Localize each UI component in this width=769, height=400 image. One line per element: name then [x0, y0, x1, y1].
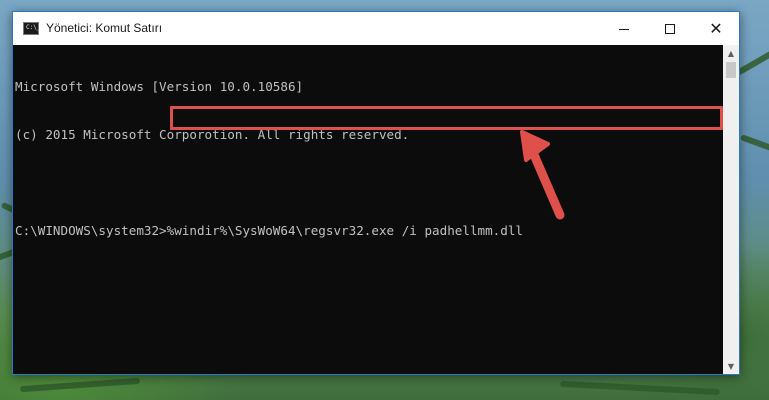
vertical-scrollbar[interactable]: ▲ ▼	[723, 45, 739, 374]
pointer-arrow-shaft	[527, 145, 565, 220]
console-output[interactable]: Microsoft Windows [Version 10.0.10586] (…	[13, 45, 723, 374]
close-button[interactable]: ✕	[693, 12, 739, 45]
command-prompt-window[interactable]: C:\_ Yönetici: Komut Satırı ✕ Microsoft …	[12, 11, 740, 375]
scrollbar-thumb[interactable]	[726, 62, 736, 78]
wallpaper-frond	[559, 380, 721, 396]
command-highlight-box	[170, 106, 723, 130]
scroll-up-icon[interactable]: ▲	[723, 45, 739, 61]
console-prompt: C:\WINDOWS\system32>	[15, 223, 167, 238]
minimize-icon	[619, 29, 629, 30]
scroll-down-icon[interactable]: ▼	[723, 358, 739, 374]
pointer-arrow-icon	[520, 130, 565, 220]
console-command-line[interactable]: C:\WINDOWS\system32>%windir%\SysWoW64\re…	[15, 223, 723, 239]
window-title: Yönetici: Komut Satırı	[46, 21, 163, 35]
wallpaper-frond	[736, 50, 769, 76]
console-command[interactable]: %windir%\SysWoW64\regsvr32.exe /i padhel…	[167, 223, 523, 238]
minimize-button[interactable]	[601, 12, 647, 45]
wallpaper-frond	[19, 377, 141, 393]
title-bar[interactable]: C:\_ Yönetici: Komut Satırı ✕	[13, 12, 739, 45]
pointer-arrow-head	[520, 130, 550, 162]
cmd-icon-text: C:\_	[26, 24, 41, 31]
close-icon: ✕	[709, 19, 723, 38]
console-line: Microsoft Windows [Version 10.0.10586]	[15, 79, 304, 94]
wallpaper-frond	[740, 134, 769, 152]
maximize-button[interactable]	[647, 12, 693, 45]
maximize-icon	[665, 23, 675, 34]
cmd-icon[interactable]: C:\_	[23, 22, 41, 35]
